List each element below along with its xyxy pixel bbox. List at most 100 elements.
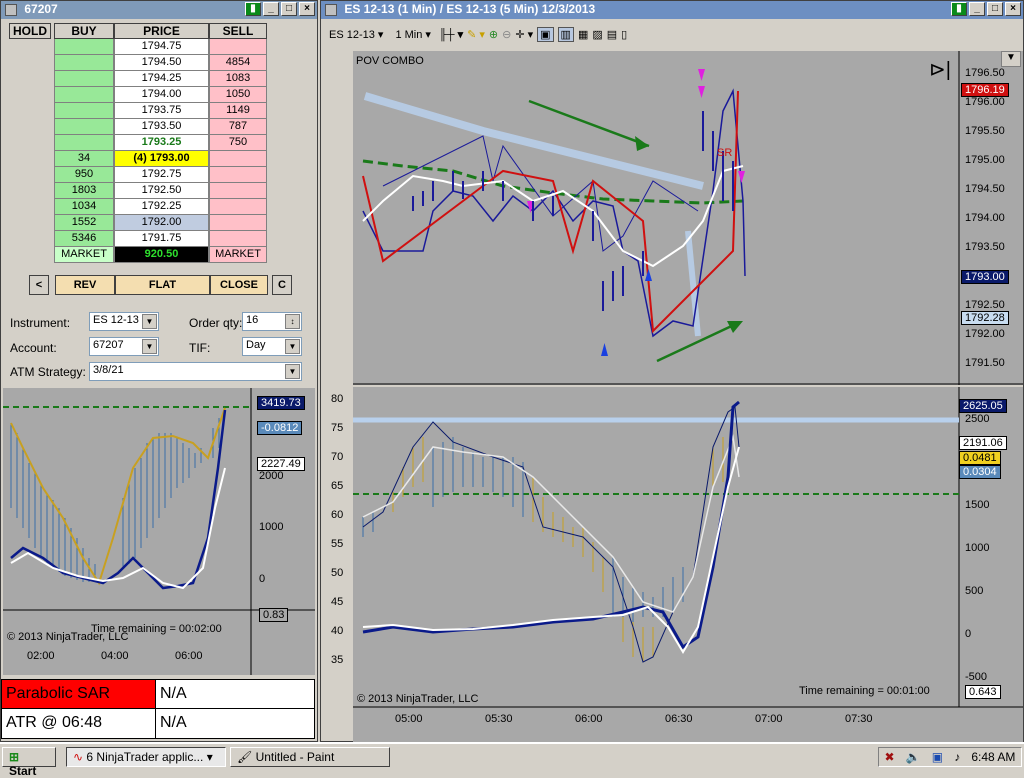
buy-cell[interactable] — [54, 119, 114, 135]
buy-cell[interactable]: 950 — [54, 167, 114, 183]
close-position-button[interactable]: CLOSE — [210, 275, 268, 295]
buy-cell[interactable]: 1034 — [54, 199, 114, 215]
link-icon[interactable]: ▮ — [245, 2, 261, 16]
buy-cell[interactable]: 1803 — [54, 183, 114, 199]
tif-select[interactable]: Day ▼ — [242, 337, 302, 356]
collapse-left-button[interactable]: < — [29, 275, 49, 295]
chevron-down-icon[interactable]: ▼ — [142, 314, 157, 329]
instrument-select[interactable]: ES 12-13 ▼ — [89, 312, 159, 331]
buy-cell[interactable] — [54, 135, 114, 151]
minimize-button[interactable]: _ — [969, 2, 985, 16]
zoom-in-icon[interactable]: ⊕ — [489, 28, 498, 41]
panel-menu-icon[interactable]: ▼ — [1001, 51, 1021, 67]
time-tick: 06:30 — [665, 713, 693, 725]
price-chart-svg — [353, 51, 1023, 385]
scroll-end-icon[interactable]: ⊳| — [929, 57, 951, 82]
interval-dropdown[interactable]: 1 Min ▾ — [391, 26, 434, 43]
clock[interactable]: 6:48 AM — [971, 750, 1015, 764]
buy-cell[interactable]: 5346 — [54, 231, 114, 247]
sell-cell[interactable]: 4854 — [209, 55, 267, 71]
pov-combo-label: POV COMBO — [356, 55, 424, 67]
chevron-down-icon[interactable]: ▼ — [285, 339, 300, 354]
start-button[interactable]: ⊞ Start — [2, 747, 56, 778]
buy-cell[interactable]: MARKET — [54, 247, 114, 263]
sell-cell[interactable] — [209, 39, 267, 55]
oscillator-chart[interactable]: 80757065605550454035 2500200015001000500… — [331, 387, 1023, 743]
account-select[interactable]: 67207 ▼ — [89, 337, 159, 356]
buy-cell[interactable]: 34 — [54, 151, 114, 167]
link-icon[interactable]: ▮ — [951, 2, 967, 16]
chart-style-icon[interactable]: ▨ — [592, 28, 602, 41]
maximize-button[interactable]: □ — [281, 2, 297, 16]
osc-right-tick: 500 — [965, 585, 984, 597]
maximize-button[interactable]: □ — [987, 2, 1003, 16]
buy-cell[interactable] — [54, 39, 114, 55]
sell-cell[interactable] — [209, 231, 267, 247]
dom-titlebar[interactable]: 67207 ▮ _ □ × — [1, 1, 317, 19]
sell-cell[interactable] — [209, 151, 267, 167]
ladder-row: 1794.50 4854 — [54, 55, 267, 71]
left-oscillator-chart[interactable]: 2000 1000 0 3419.73 -0.0812 2227.49 0.83… — [3, 388, 315, 675]
sell-cell[interactable]: 1050 — [209, 87, 267, 103]
ladder-row: 1552 1792.00 — [54, 215, 267, 231]
sell-cell[interactable]: 1083 — [209, 71, 267, 87]
price-tag-top: 1796.19 — [961, 83, 1009, 97]
c-button[interactable]: C — [272, 275, 292, 295]
zoom-out-icon[interactable]: ⊖ — [502, 28, 511, 41]
buy-cell[interactable] — [54, 71, 114, 87]
sell-cell[interactable] — [209, 167, 267, 183]
network-icon[interactable]: ✖ — [885, 750, 895, 764]
task-paint[interactable]: 🖌 Untitled - Paint — [230, 747, 390, 767]
hold-button[interactable]: HOLD — [9, 23, 51, 39]
ladder-row: MARKET 920.50 MARKET — [54, 247, 267, 263]
sound-icon[interactable]: ♪ — [954, 750, 960, 764]
chart-annotation: SR — [717, 147, 733, 159]
price-cell: (4) 1793.00 — [114, 151, 209, 167]
buy-cell[interactable]: 1552 — [54, 215, 114, 231]
order-qty-stepper[interactable]: 16 ↕ — [242, 312, 302, 331]
panel-icon[interactable]: ▯ — [621, 28, 627, 41]
toolbar-instrument: ES 12-13 — [329, 28, 375, 41]
order-qty-value: 16 — [246, 314, 259, 326]
price-header: PRICE — [114, 23, 209, 39]
price-chart[interactable]: POV COMBO SR ⊳| ▼ 1796.50 1796.00 1795.50 1… — [353, 51, 1023, 385]
volume-icon[interactable]: 🔈 — [906, 750, 921, 764]
sell-cell[interactable]: 1149 — [209, 103, 267, 119]
buy-cell[interactable] — [54, 87, 114, 103]
chevron-down-icon[interactable]: ▼ — [285, 364, 300, 379]
minimize-button[interactable]: _ — [263, 2, 279, 16]
ladder-row: 1034 1792.25 — [54, 199, 267, 215]
sell-cell[interactable] — [209, 215, 267, 231]
flat-button[interactable]: FLAT — [115, 275, 210, 295]
strategies-icon[interactable]: ▦ — [578, 28, 588, 41]
atm-value: 3/8/21 — [93, 364, 124, 376]
properties-icon[interactable]: ▤ — [607, 28, 617, 41]
close-button[interactable]: × — [299, 2, 315, 16]
chevron-down-icon[interactable]: ▼ — [142, 339, 157, 354]
sell-cell[interactable]: 750 — [209, 135, 267, 151]
indicators-icon[interactable]: ▥ — [557, 26, 574, 42]
close-button[interactable]: × — [1005, 2, 1021, 16]
chart-titlebar[interactable]: ES 12-13 (1 Min) / ES 12-13 (5 Min) 12/3… — [321, 1, 1023, 19]
sell-cell[interactable]: 787 — [209, 119, 267, 135]
sell-cell[interactable] — [209, 199, 267, 215]
monitor-icon[interactable]: ▣ — [932, 750, 943, 764]
sell-cell[interactable] — [209, 183, 267, 199]
sell-header: SELL — [209, 23, 267, 39]
buy-cell[interactable] — [54, 103, 114, 119]
spinner-icon[interactable]: ↕ — [285, 314, 300, 329]
chart-window: ES 12-13 (1 Min) / ES 12-13 (5 Min) 12/3… — [320, 0, 1024, 743]
crosshair-icon[interactable]: ✛ ▾ — [515, 28, 533, 41]
bar-type-icon[interactable]: ╟┼ ▾ — [439, 28, 463, 41]
osc-left-tick: 75 — [331, 422, 344, 434]
osc-right-tick: -500 — [965, 671, 988, 683]
sell-cell[interactable]: MARKET — [209, 247, 267, 263]
task-ninjatrader[interactable]: ∿ 6 NinjaTrader applic... ▾ — [66, 747, 226, 767]
buy-cell[interactable] — [54, 55, 114, 71]
price-tick: 1793.50 — [965, 241, 1005, 253]
instrument-dropdown[interactable]: ES 12-13 ▾ — [325, 26, 387, 43]
data-box-icon[interactable]: ▣ — [537, 26, 554, 42]
rev-button[interactable]: REV — [55, 275, 115, 295]
pencil-icon[interactable]: ✎ ▾ — [467, 28, 485, 41]
atm-select[interactable]: 3/8/21 ▼ — [89, 362, 302, 381]
